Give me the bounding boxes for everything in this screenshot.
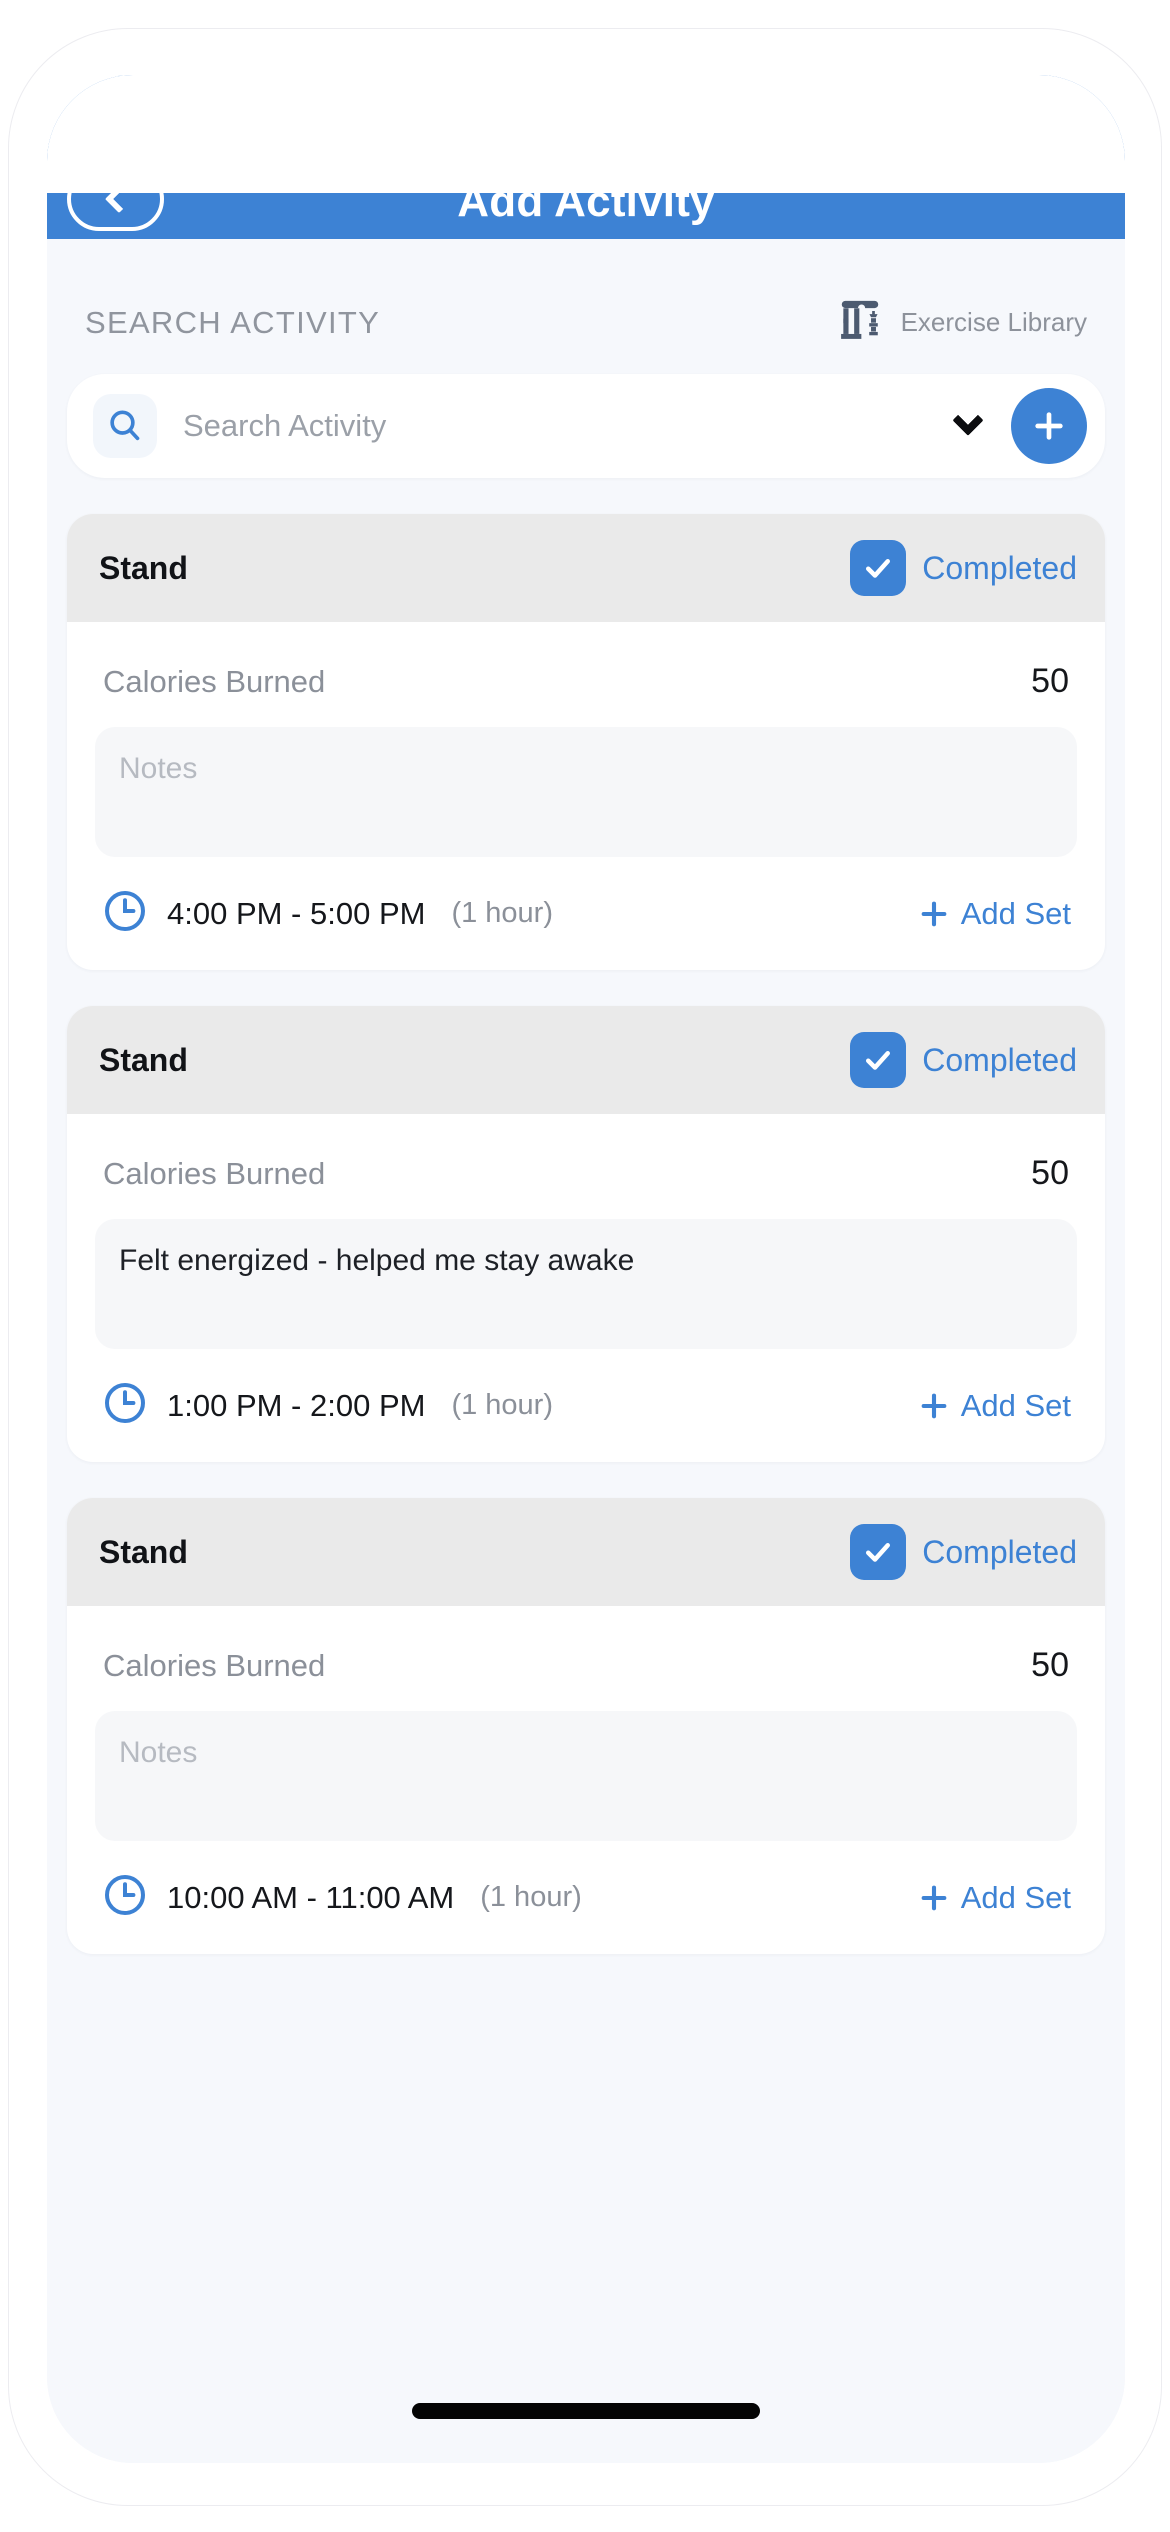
phone-screen: Add Activity SEARCH ACTIVITY Exercise Li… <box>47 75 1125 2463</box>
phone-frame: Add Activity SEARCH ACTIVITY Exercise Li… <box>8 28 1162 2506</box>
search-input[interactable] <box>183 408 939 444</box>
add-set-button[interactable]: Add Set <box>915 895 1071 933</box>
notes-field[interactable]: Notes <box>95 1711 1077 1841</box>
activity-card-1: Stand Completed Calories Burned 50 Felt … <box>67 1006 1105 1462</box>
activity-card-body: Calories Burned 50 Notes 10:00 AM - 11:0… <box>67 1606 1105 1954</box>
calories-value[interactable]: 50 <box>1031 1646 1069 1685</box>
completed-toggle[interactable]: Completed <box>850 1032 1077 1088</box>
activity-card-header: Stand Completed <box>67 514 1105 622</box>
exercise-library-button[interactable]: Exercise Library <box>833 293 1087 352</box>
search-section-label: SEARCH ACTIVITY <box>85 304 381 340</box>
chevron-down-icon[interactable] <box>939 397 997 455</box>
calories-value[interactable]: 50 <box>1031 662 1069 701</box>
activity-card-body: Calories Burned 50 Felt energized - help… <box>67 1114 1105 1462</box>
check-icon <box>850 1524 907 1580</box>
activity-card-list: Stand Completed Calories Burned 50 Notes <box>65 514 1107 1954</box>
search-label-row: SEARCH ACTIVITY Exercise Library <box>65 239 1107 374</box>
completed-toggle[interactable]: Completed <box>850 540 1077 596</box>
notes-field[interactable]: Felt energized - helped me stay awake <box>95 1219 1077 1349</box>
completed-toggle[interactable]: Completed <box>850 1524 1077 1580</box>
activity-card-0: Stand Completed Calories Burned 50 Notes <box>67 514 1105 970</box>
activity-title: Stand <box>99 1041 188 1078</box>
calories-row: Calories Burned 50 <box>95 1136 1077 1219</box>
content-area: SEARCH ACTIVITY Exercise Library Search … <box>47 239 1125 2463</box>
activity-title: Stand <box>99 1533 188 1570</box>
calories-row: Calories Burned 50 <box>95 1628 1077 1711</box>
activity-card-header: Stand Completed <box>67 1006 1105 1114</box>
completed-label: Completed <box>922 549 1077 586</box>
calories-label: Calories Burned <box>103 1156 326 1191</box>
time-duration: (1 hour) <box>451 1389 553 1421</box>
add-activity-button[interactable] <box>1011 388 1087 464</box>
status-bar <box>47 75 1125 193</box>
search-bar[interactable] <box>67 374 1105 478</box>
check-icon <box>850 540 907 596</box>
time-range: 1:00 PM - 2:00 PM <box>167 1387 426 1423</box>
page-title: Add Activity <box>457 177 715 226</box>
calories-label: Calories Burned <box>103 1648 326 1683</box>
time-range: 10:00 AM - 11:00 AM <box>167 1879 455 1915</box>
time-duration: (1 hour) <box>451 897 553 929</box>
add-set-label: Add Set <box>960 895 1071 931</box>
search-icon <box>93 394 157 458</box>
add-set-button[interactable]: Add Set <box>915 1879 1071 1917</box>
clock-icon <box>101 887 149 940</box>
time-range-group[interactable]: 1:00 PM - 2:00 PM (1 hour) <box>101 1379 553 1432</box>
add-set-label: Add Set <box>960 1387 1071 1423</box>
check-icon <box>850 1032 907 1088</box>
home-indicator[interactable] <box>412 2403 760 2419</box>
activity-card-header: Stand Completed <box>67 1498 1105 1606</box>
time-range-group[interactable]: 4:00 PM - 5:00 PM (1 hour) <box>101 887 553 940</box>
activity-card-body: Calories Burned 50 Notes 4:00 PM - 5:00 … <box>67 622 1105 970</box>
time-range: 4:00 PM - 5:00 PM <box>167 895 426 931</box>
notes-field[interactable]: Notes <box>95 727 1077 857</box>
time-row: 10:00 AM - 11:00 AM (1 hour) Add Set <box>95 1841 1077 1930</box>
calories-label: Calories Burned <box>103 664 326 699</box>
completed-label: Completed <box>922 1041 1077 1078</box>
time-duration: (1 hour) <box>480 1881 582 1913</box>
activity-card-2: Stand Completed Calories Burned 50 Notes <box>67 1498 1105 1954</box>
column-library-icon <box>833 293 887 352</box>
add-set-button[interactable]: Add Set <box>915 1387 1071 1425</box>
add-set-label: Add Set <box>960 1879 1071 1915</box>
activity-title: Stand <box>99 549 188 586</box>
calories-row: Calories Burned 50 <box>95 644 1077 727</box>
time-range-group[interactable]: 10:00 AM - 11:00 AM (1 hour) <box>101 1871 582 1924</box>
clock-icon <box>101 1379 149 1432</box>
completed-label: Completed <box>922 1533 1077 1570</box>
time-row: 4:00 PM - 5:00 PM (1 hour) Add Set <box>95 857 1077 946</box>
exercise-library-label: Exercise Library <box>900 307 1087 337</box>
calories-value[interactable]: 50 <box>1031 1154 1069 1193</box>
time-row: 1:00 PM - 2:00 PM (1 hour) Add Set <box>95 1349 1077 1438</box>
clock-icon <box>101 1871 149 1924</box>
